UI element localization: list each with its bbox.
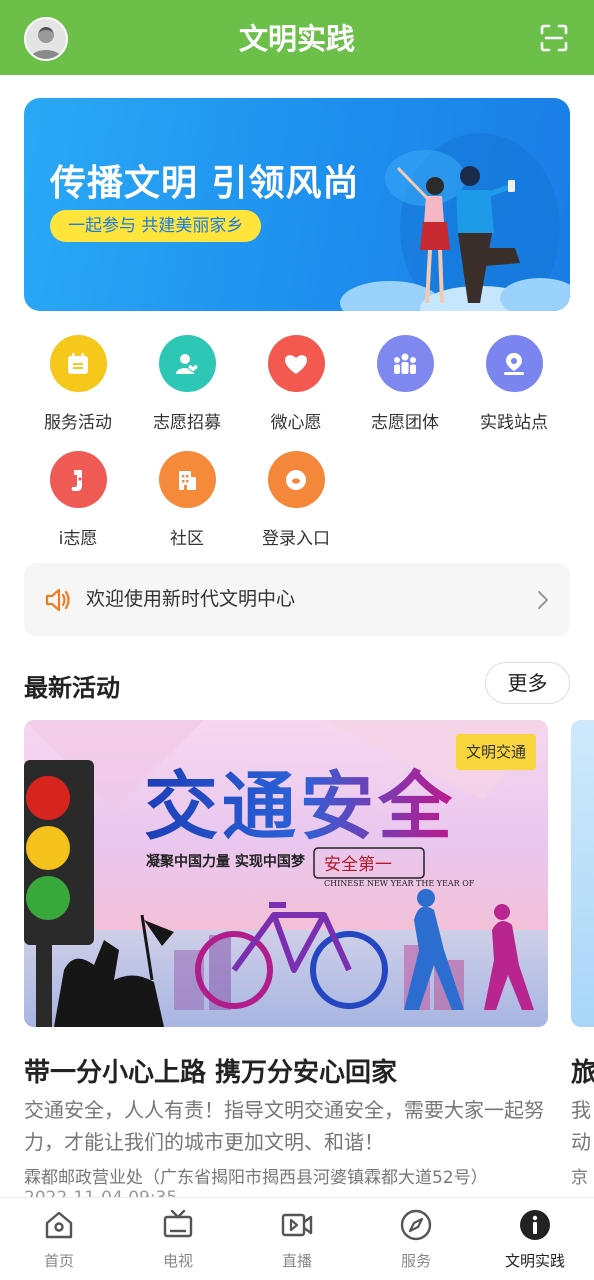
bottom-navigation: 首页 电视 直播 服务 文明实践 xyxy=(0,1197,594,1280)
scan-icon[interactable] xyxy=(540,24,568,52)
banner-title: 传播文明 引领风尚 xyxy=(50,163,360,204)
category-tag: 文明交通 xyxy=(455,734,536,770)
description-line: 我 xyxy=(571,1098,591,1122)
grid-item-label: 社区 xyxy=(170,529,204,549)
grid-item-community[interactable]: 社区 xyxy=(133,451,241,549)
volunteer-heart-icon xyxy=(158,335,216,392)
grid-item-label: 服务活动 xyxy=(44,413,112,433)
grid-item-login[interactable]: 登录入口 xyxy=(242,451,350,549)
nav-label: 直播 xyxy=(281,1252,312,1270)
hand-icon xyxy=(49,451,107,508)
banner-illustration xyxy=(340,133,570,311)
poster-badge: 安全第一 xyxy=(324,855,392,875)
grid-item-label: 登录入口 xyxy=(262,529,330,549)
promo-banner[interactable]: 传播文明 引领风尚 一起参与 共建美丽家乡 xyxy=(24,98,570,311)
compass-icon xyxy=(400,1209,432,1241)
grid-item-label: 微心愿 xyxy=(270,413,322,433)
nav-item-tv[interactable]: 电视 xyxy=(119,1208,237,1271)
activity-card-image[interactable]: 交通安全 凝聚中国力量 实现中国梦 安全第一 CHINESE NEW YEAR … xyxy=(24,720,548,1027)
grid-item-volunteer-recruit[interactable]: 志愿招募 xyxy=(133,335,241,433)
nav-label: 首页 xyxy=(43,1252,74,1270)
grid-item-label: 实践站点 xyxy=(480,413,548,433)
nav-item-service[interactable]: 服务 xyxy=(357,1208,475,1271)
building-icon xyxy=(158,451,216,508)
nav-item-civilization-practice[interactable]: 文明实践 xyxy=(476,1208,594,1271)
description-line: 动 xyxy=(571,1130,591,1154)
notice-bar[interactable]: 欢迎使用新时代文明中心 xyxy=(24,563,570,636)
info-icon xyxy=(520,1210,550,1240)
speaker-icon xyxy=(45,588,70,612)
activity-card-title[interactable]: 带一分小心上路 携万分安心回家 xyxy=(24,1052,397,1089)
tv-icon xyxy=(163,1209,193,1238)
activity-card-title[interactable]: 旅 xyxy=(571,1052,594,1089)
poster-english: CHINESE NEW YEAR THE YEAR OF xyxy=(324,879,475,888)
top-app-bar: 文明实践 xyxy=(0,0,594,75)
group-icon xyxy=(376,335,434,392)
nav-label: 电视 xyxy=(162,1252,193,1270)
live-icon xyxy=(281,1213,313,1237)
grid-item-i-volunteer[interactable]: i志愿 xyxy=(24,451,132,549)
login-icon xyxy=(267,451,325,508)
nav-item-live[interactable]: 直播 xyxy=(238,1208,356,1271)
poster-title: 交通安全 xyxy=(144,764,456,850)
heart-icon xyxy=(267,335,325,392)
grid-item-volunteer-group[interactable]: 志愿团体 xyxy=(351,335,459,433)
activity-card-description: 我 动 xyxy=(571,1094,591,1158)
nav-item-home[interactable]: 首页 xyxy=(0,1208,118,1271)
grid-item-service-activity[interactable]: 服务活动 xyxy=(24,335,132,433)
grid-item-label: i志愿 xyxy=(58,529,98,549)
section-title-latest-activities: 最新活动 xyxy=(24,674,120,702)
activity-card-address: 京 xyxy=(571,1168,588,1188)
home-icon xyxy=(45,1211,73,1239)
calendar-icon xyxy=(49,335,107,392)
activity-card-image[interactable] xyxy=(571,720,594,1027)
activity-card-address: 霖都邮政营业处（广东省揭阳市揭西县河婆镇霖都大道52号） xyxy=(24,1168,488,1188)
banner-subtitle: 一起参与 共建美丽家乡 xyxy=(50,210,262,242)
grid-item-practice-site[interactable]: 实践站点 xyxy=(460,335,568,433)
activity-card-description: 交通安全，人人有责！指导文明交通安全，需要大家一起努力，才能让我们的城市更加文明… xyxy=(24,1098,544,1154)
notice-text: 欢迎使用新时代文明中心 xyxy=(86,588,296,610)
location-icon xyxy=(485,335,543,392)
nav-label: 文明实践 xyxy=(504,1252,565,1270)
chevron-right-icon xyxy=(538,591,548,609)
grid-item-label: 志愿团体 xyxy=(371,413,439,433)
nav-label: 服务 xyxy=(400,1252,431,1270)
poster-slogan: 凝聚中国力量 实现中国梦 xyxy=(146,853,306,870)
grid-item-micro-wish[interactable]: 微心愿 xyxy=(242,335,350,433)
more-button[interactable]: 更多 xyxy=(485,662,570,704)
page-title: 文明实践 xyxy=(238,22,355,56)
grid-item-label: 志愿招募 xyxy=(153,413,221,433)
